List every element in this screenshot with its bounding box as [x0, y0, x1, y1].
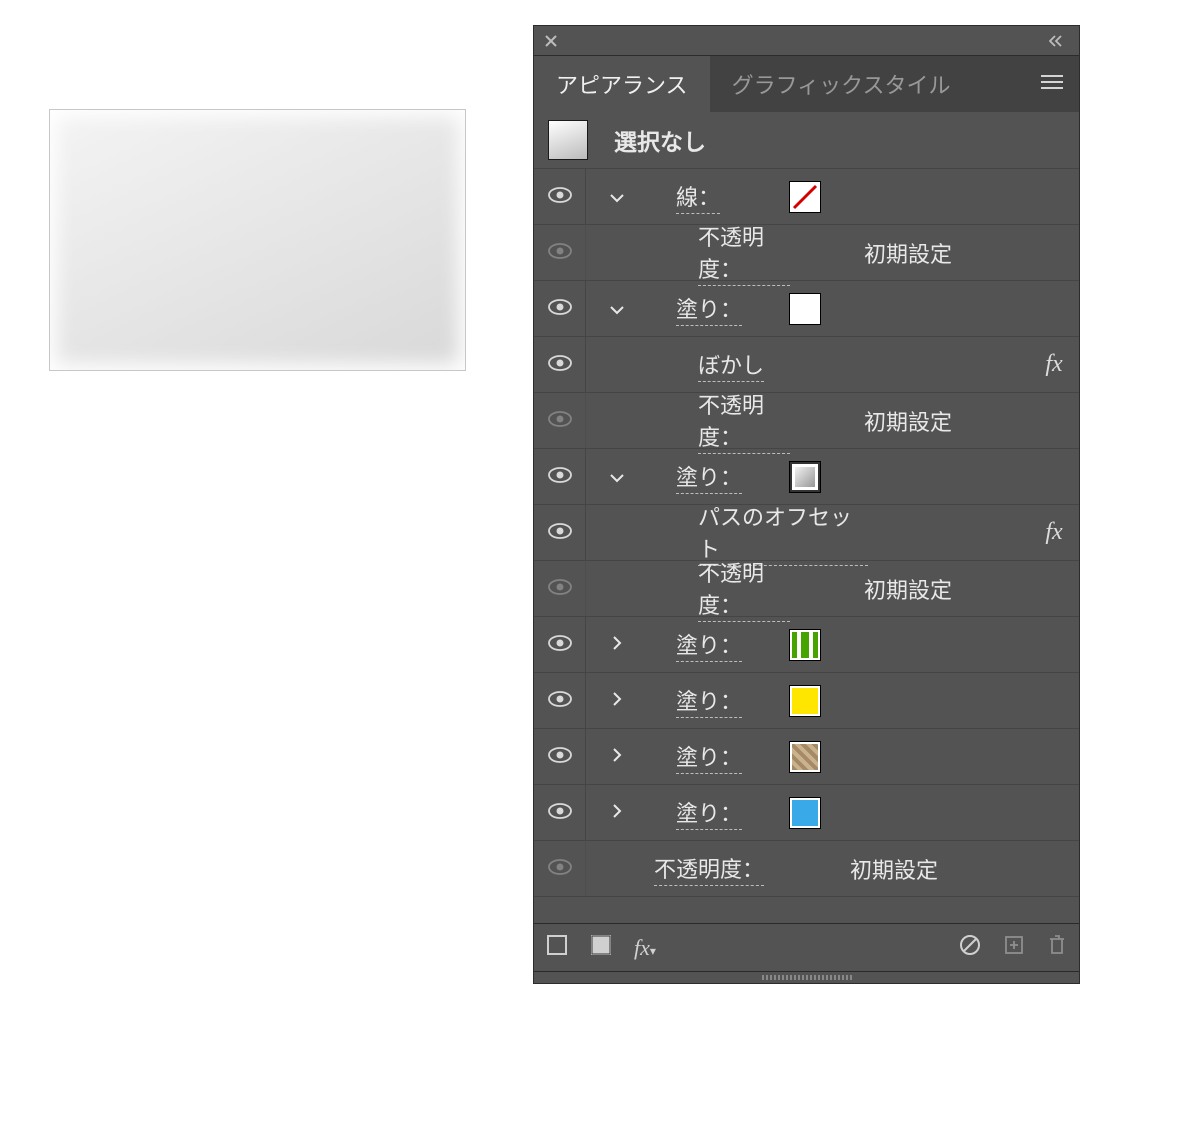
opacity-value: 初期設定: [850, 853, 1029, 885]
fill-label[interactable]: 塗り：: [676, 628, 742, 662]
artwork-preview: [50, 110, 465, 370]
opacity-label[interactable]: 不透明度：: [698, 556, 790, 622]
blur-label[interactable]: ぼかし: [698, 348, 764, 382]
stroke-swatch-none[interactable]: [790, 182, 820, 212]
visibility-icon[interactable]: [548, 521, 572, 545]
row-fill-1[interactable]: 塗り：: [534, 281, 1079, 337]
fill-label[interactable]: 塗り：: [676, 292, 742, 326]
visibility-icon[interactable]: [548, 353, 572, 377]
fill-swatch-yellow[interactable]: [790, 686, 820, 716]
stroke-label[interactable]: 線：: [676, 180, 720, 214]
visibility-icon[interactable]: [548, 185, 572, 209]
delete-item-icon[interactable]: [1047, 934, 1067, 962]
fx-icon[interactable]: fx: [1029, 519, 1079, 546]
fx-icon[interactable]: fx: [1029, 351, 1079, 378]
tab-appearance[interactable]: アピアランス: [534, 56, 710, 112]
row-fill1-blur[interactable]: ぼかし fx: [534, 337, 1079, 393]
panel-menu-icon[interactable]: [1025, 72, 1079, 96]
row-stroke-opacity[interactable]: 不透明度： 初期設定: [534, 225, 1079, 281]
opacity-value: 初期設定: [850, 237, 1029, 269]
chevron-down-icon[interactable]: [609, 465, 625, 489]
new-stroke-icon[interactable]: [546, 934, 568, 962]
row-fill1-opacity[interactable]: 不透明度： 初期設定: [534, 393, 1079, 449]
fill-swatch-green[interactable]: [790, 630, 820, 660]
row-fill2-offset-path[interactable]: パスのオフセット fx: [534, 505, 1079, 561]
visibility-icon[interactable]: [548, 465, 572, 489]
selection-label: 選択なし: [614, 123, 706, 157]
opacity-label[interactable]: 不透明度：: [654, 852, 764, 886]
chevron-right-icon[interactable]: [612, 745, 622, 769]
row-object-opacity[interactable]: 不透明度： 初期設定: [534, 841, 1079, 897]
row-fill-2[interactable]: 塗り：: [534, 449, 1079, 505]
chevron-right-icon[interactable]: [612, 633, 622, 657]
visibility-icon[interactable]: [548, 801, 572, 825]
row-fill-6[interactable]: 塗り：: [534, 785, 1079, 841]
visibility-icon[interactable]: [548, 857, 572, 881]
fill-label[interactable]: 塗り：: [676, 740, 742, 774]
fill-label[interactable]: 塗り：: [676, 684, 742, 718]
chevron-down-icon[interactable]: [609, 297, 625, 321]
fill-swatch-brown-pattern[interactable]: [790, 742, 820, 772]
collapse-icon[interactable]: [1049, 35, 1069, 47]
chevron-right-icon[interactable]: [612, 801, 622, 825]
visibility-icon[interactable]: [548, 689, 572, 713]
fill-label[interactable]: 塗り：: [676, 796, 742, 830]
clear-appearance-icon[interactable]: [959, 934, 981, 962]
appearance-panel: アピアランス グラフィックスタイル 選択なし 線： 不透明度： 初期設定: [533, 25, 1080, 984]
row-fill-5[interactable]: 塗り：: [534, 729, 1079, 785]
add-effect-icon[interactable]: fx▾: [634, 935, 656, 961]
new-fill-icon[interactable]: [590, 934, 612, 962]
visibility-icon[interactable]: [548, 241, 572, 265]
visibility-icon[interactable]: [548, 297, 572, 321]
visibility-icon[interactable]: [548, 409, 572, 433]
duplicate-item-icon[interactable]: [1003, 934, 1025, 962]
selection-thumbnail: [548, 120, 588, 160]
row-stroke[interactable]: 線：: [534, 169, 1079, 225]
row-fill2-opacity[interactable]: 不透明度： 初期設定: [534, 561, 1079, 617]
fill-swatch-blue[interactable]: [790, 798, 820, 828]
visibility-icon[interactable]: [548, 633, 572, 657]
visibility-icon[interactable]: [548, 577, 572, 601]
close-icon[interactable]: [544, 34, 558, 48]
fill-swatch-silver[interactable]: [790, 462, 820, 492]
panel-resize-handle[interactable]: [534, 971, 1079, 983]
opacity-value: 初期設定: [850, 573, 1029, 605]
row-fill-3[interactable]: 塗り：: [534, 617, 1079, 673]
chevron-down-icon[interactable]: [609, 185, 625, 209]
visibility-icon[interactable]: [548, 745, 572, 769]
row-fill-4[interactable]: 塗り：: [534, 673, 1079, 729]
fill-label[interactable]: 塗り：: [676, 460, 742, 494]
chevron-right-icon[interactable]: [612, 689, 622, 713]
opacity-label[interactable]: 不透明度：: [698, 220, 790, 286]
opacity-value: 初期設定: [850, 405, 1029, 437]
fill-swatch-white[interactable]: [790, 294, 820, 324]
tab-graphic-styles[interactable]: グラフィックスタイル: [710, 56, 973, 112]
opacity-label[interactable]: 不透明度：: [698, 388, 790, 454]
